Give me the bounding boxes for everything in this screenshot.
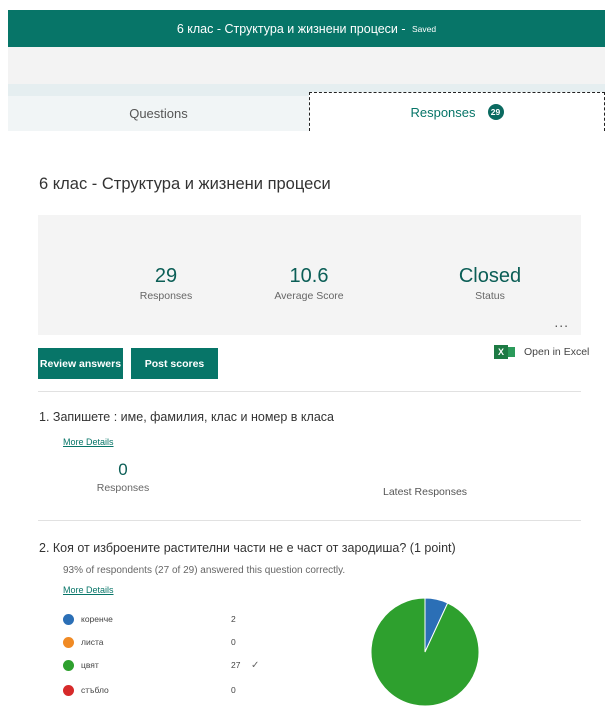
- review-answers-button[interactable]: Review answers: [38, 348, 123, 379]
- question-1-response-count: 0 Responses: [93, 460, 153, 494]
- divider: [38, 520, 581, 521]
- stat-responses: 29 Responses: [86, 265, 246, 302]
- legend-dot-icon: [63, 613, 74, 625]
- tab-bar: Questions Responses 29: [8, 84, 605, 131]
- legend-dot-icon: [63, 659, 74, 671]
- app-header: 6 клас - Структура и жизнени процеси - S…: [8, 10, 605, 47]
- legend-item: цвят 27 ✓: [63, 658, 259, 672]
- stat-average-value: 10.6: [289, 265, 329, 287]
- latest-responses-link[interactable]: Latest Responses: [383, 486, 467, 498]
- legend-item: коренче 2: [63, 612, 251, 626]
- form-header-title: 6 клас - Структура и жизнени процеси: [176, 21, 398, 36]
- stat-responses-label: Responses: [139, 290, 193, 302]
- saved-status: Saved: [412, 23, 437, 34]
- tab-responses[interactable]: Responses 29: [309, 92, 605, 131]
- legend-label: листа: [81, 637, 104, 647]
- toolbar-strip: [8, 47, 605, 84]
- question-1-count-label: Responses: [96, 482, 150, 494]
- summary-panel: 29 Responses 10.6 Average Score Closed S…: [38, 215, 581, 335]
- legend-count: 0: [231, 637, 236, 647]
- page-title: 6 клас - Структура и жизнени процеси: [39, 175, 331, 193]
- question-2-pie-chart: [370, 597, 480, 707]
- legend-item: стъбло 0: [63, 683, 251, 697]
- divider: [38, 391, 581, 392]
- question-2-correct-summary: 93% of respondents (27 of 29) answered t…: [63, 565, 346, 576]
- tab-questions-label: Questions: [129, 106, 188, 121]
- question-2-title: 2. Коя от изброените растителни части не…: [39, 541, 456, 555]
- stat-status: Closed Status: [410, 265, 570, 302]
- pie-slice-цвят[interactable]: [370, 597, 480, 707]
- question-2-more-details-link[interactable]: More Details: [63, 585, 114, 595]
- stat-responses-value: 29: [154, 265, 178, 287]
- question-1-title: 1. Запишете : име, фамилия, клас и номер…: [39, 410, 334, 424]
- legend-count: 27: [231, 660, 241, 670]
- legend-dot-icon: [63, 684, 74, 696]
- stat-average-score: 10.6 Average Score: [229, 265, 389, 302]
- title-separator: -: [397, 21, 410, 36]
- legend-item: листа 0: [63, 635, 251, 649]
- open-in-excel-button[interactable]: X Open in Excel: [494, 345, 589, 359]
- legend-label: цвят: [81, 660, 99, 670]
- legend-label: коренче: [81, 614, 113, 624]
- tab-questions[interactable]: Questions: [8, 96, 309, 131]
- legend-count: 2: [231, 614, 236, 624]
- excel-icon: X: [494, 345, 515, 359]
- responses-count-badge: 29: [487, 104, 504, 120]
- tab-responses-label: Responses: [410, 104, 476, 120]
- stat-average-label: Average Score: [274, 290, 344, 302]
- question-1-more-details-link[interactable]: More Details: [63, 437, 114, 447]
- stat-status-label: Status: [475, 290, 505, 302]
- question-1-count-value: 0: [118, 460, 128, 479]
- correct-check-icon: ✓: [251, 659, 260, 671]
- open-in-excel-label: Open in Excel: [524, 346, 590, 358]
- post-scores-button[interactable]: Post scores: [131, 348, 218, 379]
- more-icon[interactable]: ...: [554, 314, 569, 330]
- legend-label: стъбло: [81, 685, 109, 695]
- legend-count: 0: [231, 685, 236, 695]
- stat-status-value: Closed: [458, 265, 522, 287]
- legend-dot-icon: [63, 636, 74, 648]
